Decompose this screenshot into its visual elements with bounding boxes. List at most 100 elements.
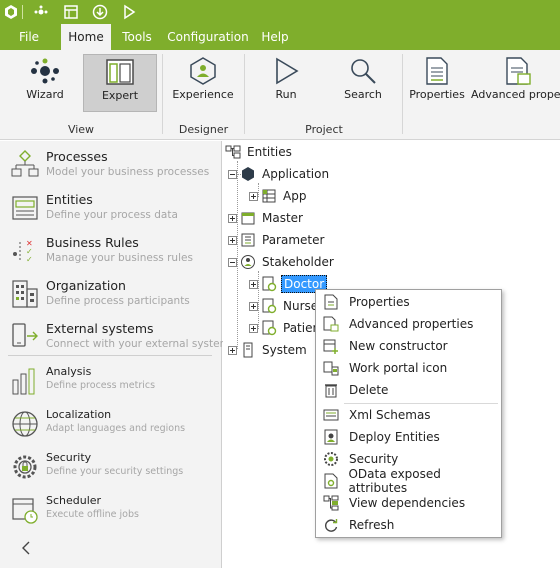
menu-bar: File Home Tools Configuration Help — [0, 24, 560, 50]
menu-item-view-dependencies[interactable]: View dependencies — [317, 492, 500, 514]
menu-item-delete[interactable]: Delete — [317, 379, 500, 401]
menu-item-odata-exposed-attributes[interactable]: OData exposed attributes — [317, 467, 500, 495]
entities-tree-icon — [225, 144, 241, 160]
properties-button[interactable]: Properties — [408, 54, 466, 112]
entity-settings-icon — [261, 276, 277, 292]
expand-toggle-icon[interactable] — [228, 235, 237, 245]
menu-item-work-portal-icon[interactable]: Work portal icon — [317, 357, 500, 379]
menu-item-label: Refresh — [349, 518, 395, 532]
group-label-project: Project — [305, 123, 343, 136]
deploy-entities-icon — [319, 426, 343, 448]
experience-icon — [172, 54, 234, 88]
sidebar-item-subtitle: Connect with your external systems — [46, 338, 236, 350]
menu-item-label: View dependencies — [349, 496, 466, 510]
app-logo-icon — [2, 3, 20, 21]
menu-item-label: OData exposed attributes — [348, 467, 441, 495]
menu-item-label: Xml Schemas — [349, 408, 431, 422]
odata-icon — [319, 470, 342, 492]
expert-label: Expert — [101, 89, 139, 102]
tree-node-system[interactable]: System — [228, 340, 309, 360]
tree-node-parameter[interactable]: Parameter — [228, 230, 326, 250]
menu-item-properties[interactable]: Properties — [317, 291, 500, 313]
process-wizard-icon[interactable] — [32, 3, 50, 21]
expert-button[interactable]: Expert — [83, 54, 157, 112]
sidebar-item-title: Scheduler — [46, 494, 102, 507]
tree-node-label: Entities — [247, 145, 292, 159]
sidebar-item-scheduler[interactable]: Scheduler Execute offline jobs — [0, 494, 222, 528]
experience-label: Experience — [172, 88, 234, 101]
collapse-toggle-icon[interactable] — [228, 257, 237, 267]
tab-home[interactable]: Home — [61, 24, 111, 50]
deploy-icon[interactable] — [91, 3, 109, 21]
advanced-properties-label: Advanced propert — [471, 88, 560, 101]
advanced-properties-icon — [319, 313, 343, 335]
system-entity-icon — [240, 342, 256, 358]
tab-tools[interactable]: Tools — [116, 24, 158, 50]
expand-toggle-icon[interactable] — [249, 191, 258, 201]
svg-text:✓: ✓ — [26, 255, 33, 264]
layout-icon[interactable] — [62, 3, 80, 21]
sidebar-item-organization[interactable]: Organization Define process participants — [0, 278, 222, 314]
collapse-toggle-icon[interactable] — [228, 169, 237, 179]
sidebar-separator — [8, 355, 212, 356]
tree-node-label: Application — [262, 167, 330, 181]
run-button[interactable]: Run — [256, 54, 316, 112]
external-systems-icon — [10, 321, 40, 353]
advanced-properties-icon — [470, 54, 560, 88]
expert-icon — [84, 55, 156, 89]
sidebar-item-title: Organization — [46, 278, 126, 293]
sidebar-item-analysis[interactable]: Analysis Define process metrics — [0, 365, 222, 399]
sidebar-item-security[interactable]: Security Define your security settings — [0, 451, 222, 485]
search-button[interactable]: Search — [332, 54, 394, 112]
entity-settings-icon — [261, 298, 277, 314]
sidebar-item-subtitle: Define process participants — [46, 295, 190, 307]
expand-toggle-icon[interactable] — [249, 323, 258, 333]
properties-icon — [319, 291, 343, 313]
processes-icon — [10, 149, 40, 181]
tree-node-master[interactable]: Master — [228, 208, 305, 228]
sidebar-item-localization[interactable]: Localization Adapt languages and regions — [0, 408, 222, 442]
menu-item-new-constructor[interactable]: New constructor — [317, 335, 500, 357]
advanced-properties-button[interactable]: Advanced propert — [470, 54, 560, 112]
tree-node-entities[interactable]: Entities — [225, 142, 294, 162]
wizard-label: Wizard — [26, 88, 64, 101]
menu-item-label: Properties — [349, 295, 410, 309]
menu-item-advanced-properties[interactable]: Advanced properties — [317, 313, 500, 335]
menu-item-label: Deploy Entities — [349, 430, 440, 444]
sidebar-item-processes[interactable]: Processes Model your business processes — [0, 149, 222, 185]
entity-settings-icon — [261, 320, 277, 336]
sidebar-item-title: Processes — [46, 149, 108, 164]
expand-toggle-icon[interactable] — [249, 279, 258, 289]
sidebar-item-subtitle: Define your security settings — [46, 466, 184, 477]
experience-button[interactable]: Experience — [172, 54, 234, 112]
table-entity-icon — [261, 188, 277, 204]
menu-item-refresh[interactable]: Refresh — [317, 514, 500, 536]
tree-node-app[interactable]: App — [249, 186, 308, 206]
expand-toggle-icon[interactable] — [249, 301, 258, 311]
search-label: Search — [344, 88, 382, 101]
tab-configuration[interactable]: Configuration — [166, 24, 250, 50]
tree-node-stakeholder[interactable]: Stakeholder — [228, 252, 336, 272]
collapse-panel-chevron-left-icon[interactable] — [18, 539, 34, 557]
wizard-icon — [14, 54, 76, 88]
group-label-view: View — [67, 123, 95, 136]
expand-toggle-icon[interactable] — [228, 213, 237, 223]
menu-item-deploy-entities[interactable]: Deploy Entities — [317, 426, 500, 448]
expand-toggle-icon[interactable] — [228, 345, 237, 355]
menu-item-xml-schemas[interactable]: Xml Schemas — [317, 404, 500, 426]
tree-node-application[interactable]: Application — [228, 164, 331, 184]
tree-node-nurse[interactable]: Nurse — [249, 296, 320, 316]
tab-file[interactable]: File — [8, 24, 50, 50]
tree-node-label: Parameter — [262, 233, 325, 247]
wizard-button[interactable]: Wizard — [14, 54, 76, 112]
sidebar-item-external-systems[interactable]: External systems Connect with your exter… — [0, 321, 235, 357]
left-navigation-panel: Processes Model your business processes … — [0, 141, 235, 568]
ribbon-separator — [162, 54, 163, 134]
stakeholder-icon — [240, 254, 256, 270]
trash-icon — [319, 379, 343, 401]
sidebar-item-business-rules[interactable]: ✕ ✓ ✓ Business Rules Manage your business … — [0, 235, 222, 271]
context-menu: Properties Advanced properties New const… — [315, 289, 502, 538]
tab-help[interactable]: Help — [256, 24, 294, 50]
sidebar-item-entities[interactable]: Entities Define your process data — [0, 192, 222, 228]
run-icon[interactable] — [120, 3, 138, 21]
